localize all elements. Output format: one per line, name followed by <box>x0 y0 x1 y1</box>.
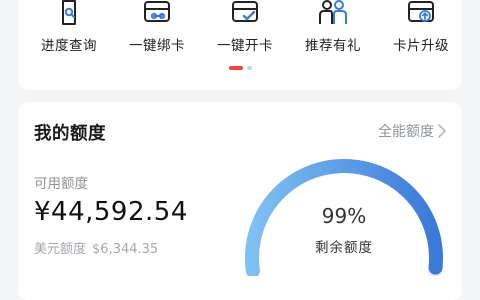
referral-people-icon <box>319 0 347 24</box>
shortcut-card: 进度查询 一键绑卡 一键开卡 推荐有礼 卡片升级 <box>18 0 462 90</box>
quota-card: 我的额度 全能额度 可用额度 ¥44,592.54 美元额度 $6,344.35 … <box>18 102 462 300</box>
shortcut-label: 一键开卡 <box>217 38 273 54</box>
activate-card-icon <box>232 1 258 22</box>
all-quota-link-label: 全能额度 <box>378 124 434 140</box>
carousel-pager <box>18 66 462 70</box>
shortcut-activate-card[interactable]: 一键开卡 <box>201 0 289 58</box>
shortcut-bind-card[interactable]: 一键绑卡 <box>113 0 201 58</box>
card-upgrade-icon <box>408 1 434 22</box>
available-quota-amount: ¥44,592.54 <box>34 197 188 227</box>
pager-dot-active[interactable] <box>228 66 243 70</box>
remaining-quota-label: 剩余额度 <box>315 240 373 256</box>
bind-card-icon <box>144 1 170 22</box>
available-quota-label: 可用额度 <box>34 176 88 192</box>
shortcut-referral[interactable]: 推荐有礼 <box>289 0 377 58</box>
chevron-right-icon <box>438 124 446 138</box>
progress-search-icon <box>62 0 76 25</box>
shortcut-progress-query[interactable]: 进度查询 <box>25 0 113 58</box>
shortcut-label: 一键绑卡 <box>129 38 185 54</box>
all-quota-link[interactable]: 全能额度 <box>378 121 446 141</box>
remaining-percent: 99% <box>321 204 367 228</box>
shortcut-label: 进度查询 <box>41 38 97 54</box>
shortcut-label: 卡片升级 <box>393 38 449 54</box>
usd-quota-label: 美元额度 <box>34 242 87 257</box>
quota-title: 我的额度 <box>34 124 106 144</box>
shortcut-label: 推荐有礼 <box>305 38 361 54</box>
pager-dot[interactable] <box>246 66 252 70</box>
shortcut-card-upgrade[interactable]: 卡片升级 <box>377 0 465 58</box>
usd-quota-line: 美元额度 $6,344.35 <box>34 238 158 257</box>
usd-quota-amount: $6,344.35 <box>92 242 159 257</box>
